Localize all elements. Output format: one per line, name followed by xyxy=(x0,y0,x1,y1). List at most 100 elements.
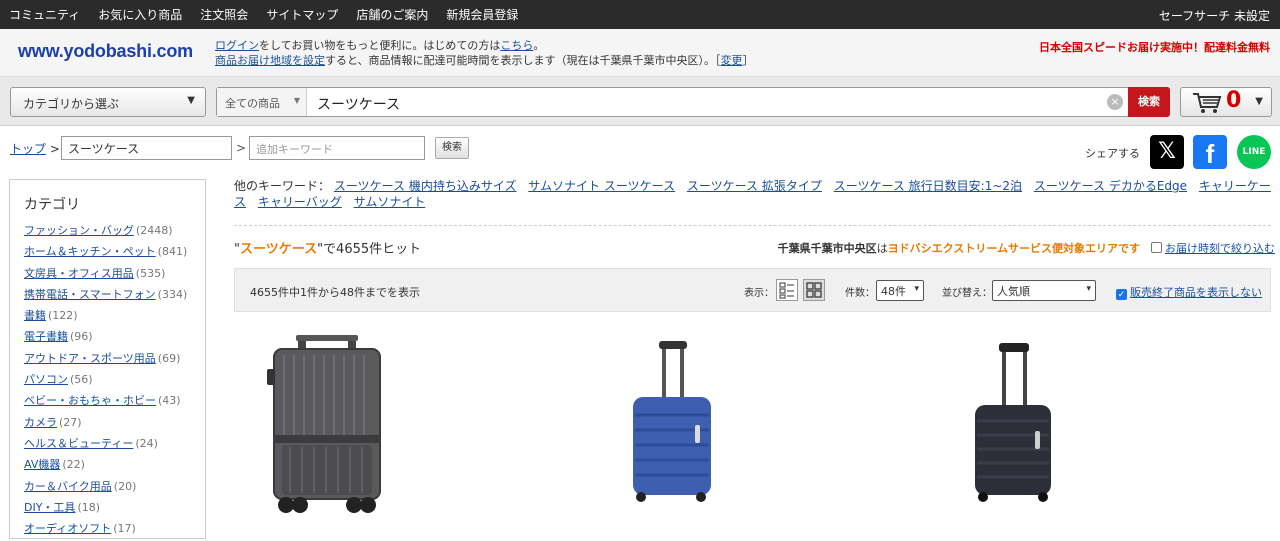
additional-keyword-input[interactable]: 追加キーワード xyxy=(249,136,425,160)
category-link[interactable]: DIY・工具 xyxy=(24,501,75,514)
divider xyxy=(234,225,1271,226)
breadcrumb-separator: > xyxy=(236,141,247,155)
related-keyword-link[interactable]: キャリーバッグ xyxy=(258,195,342,209)
sidebar-category: 携帯電話・スマートフォン (334) xyxy=(24,287,188,301)
cart-count: 0 xyxy=(1226,88,1242,113)
category-link[interactable]: 電子書籍 xyxy=(24,330,68,343)
view-label: 表示： xyxy=(744,288,774,299)
header: www.yodobashi.com ログインをしてお買い物をもっと便利に。はじめ… xyxy=(0,29,1280,77)
related-keyword-link[interactable]: スーツケース 拡張タイプ xyxy=(687,179,822,193)
current-keyword-field[interactable]: スーツケース xyxy=(61,136,232,160)
free-shipping-promo[interactable]: 日本全国スピードお届け実施中！配達料金無料 xyxy=(1039,39,1270,55)
breadcrumb-top[interactable]: トップ xyxy=(10,142,46,156)
product-image[interactable] xyxy=(262,335,392,518)
sort-select[interactable]: 人気順 ▾ xyxy=(992,280,1096,301)
result-controls: 4655件中1件から48件までを表示 表示： 件数： 48件 ▾ 並び替え： 人気… xyxy=(234,268,1271,312)
caret-down-icon: ▼ xyxy=(1255,96,1263,107)
clear-icon[interactable]: × xyxy=(1107,94,1123,110)
sidebar-category: 電子書籍 (96) xyxy=(24,330,93,344)
sidebar-category: オーディオソフト (17) xyxy=(24,522,136,536)
sidebar-category: カー＆バイク用品 (20) xyxy=(24,479,137,493)
nav-community[interactable]: コミュニティ xyxy=(9,6,80,23)
delivery-time-filter[interactable]: お届け時刻で絞り込む xyxy=(1151,240,1275,256)
category-link[interactable]: ベビー・おもちゃ・ホビー xyxy=(24,394,156,407)
extreme-service-link[interactable]: ヨドバシエクストリームサービス便対象エリアです xyxy=(888,242,1140,255)
login-message: をしてお買い物をもっと便利に。はじめての方は xyxy=(259,39,501,52)
cart-button[interactable]: 0 ▼ xyxy=(1180,87,1272,117)
sidebar-category: アウトドア・スポーツ用品 (69) xyxy=(24,351,181,365)
category-link[interactable]: 携帯電話・スマートフォン xyxy=(24,288,156,301)
related-keyword-link[interactable]: サムソナイト スーツケース xyxy=(528,179,675,193)
related-keyword-link[interactable]: スーツケース デカかるEdge xyxy=(1034,179,1187,193)
category-link[interactable]: アウトドア・スポーツ用品 xyxy=(24,352,156,365)
nav-register[interactable]: 新規会員登録 xyxy=(446,6,518,23)
list-view-icon[interactable] xyxy=(776,279,798,301)
sidebar-category: ヘルス＆ビューティー (24) xyxy=(24,436,158,450)
nav-favorites[interactable]: お気に入り商品 xyxy=(98,6,182,23)
breadcrumb-separator: > xyxy=(49,142,60,156)
cart-icon xyxy=(1193,93,1222,113)
search-button[interactable]: 検索 xyxy=(1128,87,1170,117)
delivery-area-info: 千葉県千葉市中央区はヨドバシエクストリームサービス便対象エリアです xyxy=(777,242,1140,255)
category-link[interactable]: ヘルス＆ビューティー xyxy=(24,437,133,450)
category-link[interactable]: ファッション・バッグ xyxy=(24,224,134,237)
header-message: ログインをしてお買い物をもっと便利に。はじめての方はこちら。 商品お届け地域を設… xyxy=(215,39,754,67)
chevron-down-icon: ▾ xyxy=(1086,284,1091,294)
category-link[interactable]: 書籍 xyxy=(24,309,46,322)
share-label: シェアする xyxy=(1085,147,1140,160)
sort-label: 並び替え： xyxy=(942,288,992,299)
delivery-area-link[interactable]: 商品お届け地域を設定 xyxy=(215,54,325,67)
keyword-search-button[interactable]: 検索 xyxy=(435,137,469,159)
site-logo[interactable]: www.yodobashi.com xyxy=(18,41,193,62)
sidebar-category: パソコン (56) xyxy=(24,373,93,387)
category-link[interactable]: パソコン xyxy=(24,373,68,386)
search-input[interactable]: スーツケース xyxy=(317,94,400,114)
sidebar-category: DIY・工具 (18) xyxy=(24,500,101,514)
grid-view-icon[interactable] xyxy=(803,279,825,301)
sidebar-title: カテゴリ xyxy=(24,197,80,213)
search-scope-select[interactable]: 全ての商品 ▼ xyxy=(217,88,307,116)
search-box: 全ての商品 ▼ スーツケース × 検索 xyxy=(216,87,1170,117)
sidebar-category: 書籍 (122) xyxy=(24,309,78,323)
related-keyword-link[interactable]: スーツケース 機内持ち込みサイズ xyxy=(334,179,517,193)
sidebar-category: ホーム＆キッチン・ペット (841) xyxy=(24,245,188,259)
safesearch-status[interactable]: セーフサーチ 未設定 xyxy=(1159,7,1270,24)
sidebar-category: カメラ (27) xyxy=(24,415,82,429)
checkbox[interactable] xyxy=(1151,242,1162,253)
category-link[interactable]: カメラ xyxy=(24,416,57,429)
related-keywords-label: 他のキーワード： xyxy=(234,179,331,193)
category-link[interactable]: カー＆バイク用品 xyxy=(24,480,112,493)
caret-down-icon: ▼ xyxy=(187,95,195,106)
category-link[interactable]: AV機器 xyxy=(24,458,60,471)
sidebar-category: 文房具・オフィス用品 (535) xyxy=(24,266,166,280)
first-time-link[interactable]: こちら xyxy=(500,39,533,52)
result-range: 4655件中1件から48件までを表示 xyxy=(250,286,420,299)
category-select[interactable]: カテゴリから選ぶ ▼ xyxy=(10,87,206,117)
product-image[interactable] xyxy=(965,335,1055,508)
category-link[interactable]: オーディオソフト xyxy=(24,522,111,535)
top-nav: コミュニティ お気に入り商品 注文照会 サイトマップ 店舗のご案内 新規会員登録… xyxy=(0,0,1280,29)
search-keyword: スーツケース xyxy=(239,242,318,257)
change-area-link[interactable]: 変更 xyxy=(721,54,743,67)
related-keyword-link[interactable]: スーツケース 旅行日数目安:1~2泊 xyxy=(834,179,1022,193)
line-share-icon[interactable]: LINE xyxy=(1237,135,1271,169)
related-keyword-link[interactable]: サムソナイト xyxy=(354,195,426,209)
x-share-icon[interactable]: 𝕏 xyxy=(1150,135,1184,169)
related-keywords: 他のキーワード： スーツケース 機内持ち込みサイズ サムソナイト スーツケース … xyxy=(234,178,1274,210)
category-link[interactable]: 文房具・オフィス用品 xyxy=(24,267,134,280)
nav-stores[interactable]: 店舗のご案内 xyxy=(356,6,428,23)
category-sidebar: カテゴリ ファッション・バッグ (2448) ホーム＆キッチン・ペット (841) … xyxy=(9,179,206,539)
checkbox-checked[interactable]: ✓ xyxy=(1116,289,1127,300)
count-label: 件数： xyxy=(845,288,875,299)
nav-order-history[interactable]: 注文照会 xyxy=(200,6,248,23)
login-link[interactable]: ログイン xyxy=(215,39,259,52)
product-image[interactable] xyxy=(625,335,715,508)
nav-sitemap[interactable]: サイトマップ xyxy=(266,6,338,23)
category-link[interactable]: ホーム＆キッチン・ペット xyxy=(24,245,156,258)
hide-discontinued-filter[interactable]: ✓ 販売終了商品を表示しない xyxy=(1116,284,1262,300)
sidebar-category: ベビー・おもちゃ・ホビー (43) xyxy=(24,394,181,408)
facebook-share-icon[interactable]: f xyxy=(1193,135,1227,169)
chevron-down-icon: ▾ xyxy=(914,284,919,294)
count-select[interactable]: 48件 ▾ xyxy=(876,280,924,301)
breadcrumb: トップ > xyxy=(10,140,60,157)
